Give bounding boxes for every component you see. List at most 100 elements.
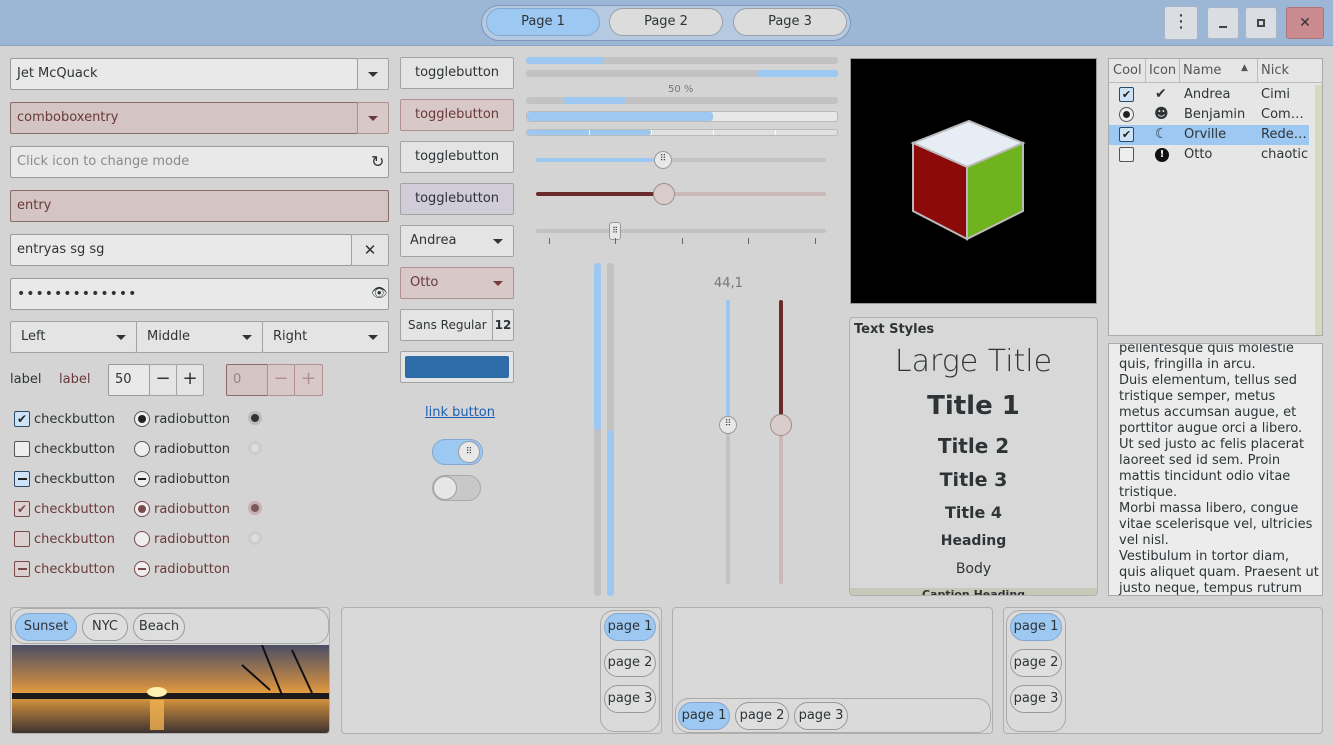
radio-selected-icon[interactable] xyxy=(1119,107,1134,122)
combo-otto[interactable]: Otto xyxy=(400,267,514,299)
switch-handle[interactable] xyxy=(433,476,457,500)
combo-entry-error[interactable]: comboboxentry xyxy=(10,102,358,134)
stack-page-2[interactable]: page 2 xyxy=(735,702,789,730)
radio-unselected-icon[interactable] xyxy=(134,441,150,457)
tab-page-1[interactable]: Page 1 xyxy=(486,8,600,36)
stack-page-3[interactable]: page 3 xyxy=(794,702,848,730)
error-entry[interactable]: entry xyxy=(10,190,389,222)
scale-handle[interactable] xyxy=(653,183,675,205)
combo-dropdown-button[interactable] xyxy=(357,58,389,90)
combo-right[interactable]: Right xyxy=(262,321,389,353)
scale-handle[interactable]: ⠿ xyxy=(654,151,672,169)
stack-page-2[interactable]: page 2 xyxy=(1010,649,1062,677)
radio-selected-icon[interactable] xyxy=(134,501,150,517)
toggle-button-3[interactable]: togglebutton xyxy=(400,141,514,173)
radio-mixed-icon[interactable] xyxy=(134,471,150,487)
stack-page-3[interactable]: page 3 xyxy=(1010,685,1062,713)
stack-page-3[interactable]: page 3 xyxy=(604,685,656,713)
radio-unselected-icon[interactable] xyxy=(134,531,150,547)
table-row[interactable]: ☻ Benjamin Com… xyxy=(1109,105,1309,125)
text-view-content[interactable]: pellentesque quis molestie quis, fringill… xyxy=(1119,344,1319,595)
tab-page-3[interactable]: Page 3 xyxy=(733,8,847,36)
maximize-icon[interactable] xyxy=(1245,7,1277,39)
checkbox-unchecked-icon[interactable] xyxy=(14,531,30,547)
vertical-dots-icon[interactable]: ⋮ xyxy=(1164,6,1198,40)
spin-entry[interactable]: 50 xyxy=(108,364,150,396)
refresh-icon[interactable]: ↻ xyxy=(371,152,384,171)
tab-nyc[interactable]: NYC xyxy=(82,613,128,641)
font-size-label[interactable]: 12 xyxy=(492,309,514,341)
clear-icon[interactable]: ✕ xyxy=(351,234,389,266)
tree-view[interactable]: Cool Icon Name ▲ Nick ✔ ✔ Andrea Cimi ☻ … xyxy=(1108,58,1323,336)
font-button[interactable]: Sans Regular xyxy=(400,309,493,341)
password-entry[interactable]: ••••••••••••• xyxy=(10,278,389,310)
progress-bar-1 xyxy=(526,57,838,64)
stack-page-1[interactable]: page 1 xyxy=(1010,613,1062,641)
radio-standalone-icon[interactable] xyxy=(248,501,262,515)
combo-left[interactable]: Left xyxy=(10,321,137,353)
check-circle-icon: ✔ xyxy=(1155,86,1167,102)
table-row[interactable]: ! Otto chaotic xyxy=(1109,145,1309,165)
combo-middle[interactable]: Middle xyxy=(136,321,263,353)
plus-icon[interactable]: + xyxy=(176,364,204,396)
checkbox-checked-icon[interactable]: ✔ xyxy=(14,411,30,427)
col-cool[interactable]: Cool xyxy=(1113,63,1142,78)
col-icon[interactable]: Icon xyxy=(1149,63,1176,78)
checkbox-checked-icon[interactable]: ✔ xyxy=(1119,127,1134,142)
check-1[interactable]: ✔ xyxy=(14,411,30,427)
eye-icon[interactable]: 👁 xyxy=(371,286,388,301)
scale-2[interactable] xyxy=(536,192,826,196)
moon-icon: ☾ xyxy=(1155,126,1168,142)
table-row-selected[interactable]: ✔ ☾ Orville Rede… xyxy=(1109,125,1309,145)
color-button[interactable] xyxy=(400,351,514,383)
level-bar xyxy=(526,129,838,136)
title-1: Title 1 xyxy=(927,391,1020,421)
vscale-2[interactable] xyxy=(779,300,783,584)
toggle-button-4[interactable]: togglebutton xyxy=(400,183,514,215)
text-view-line: tristique semper, metus xyxy=(1119,389,1276,404)
combo-entry-name[interactable]: Jet McQuack xyxy=(10,58,358,90)
minimize-icon[interactable] xyxy=(1207,7,1239,39)
minus-icon[interactable]: − xyxy=(149,364,177,396)
vscale-handle[interactable]: ⠿ xyxy=(719,416,737,434)
text-view-line: quis aliquet quam. Praesent ut xyxy=(1119,565,1319,580)
combo-andrea[interactable]: Andrea xyxy=(400,225,514,257)
stack-page-1[interactable]: page 1 xyxy=(678,702,730,730)
toggle-button-1[interactable]: togglebutton xyxy=(400,57,514,89)
checkbox-mixed-icon[interactable] xyxy=(14,561,30,577)
vscale-handle[interactable] xyxy=(770,414,792,436)
combo-error-dropdown-button[interactable] xyxy=(357,102,389,134)
scale-1[interactable] xyxy=(536,158,826,162)
link-button[interactable]: link button xyxy=(425,405,495,420)
tab-beach[interactable]: Beach xyxy=(133,613,185,641)
checkbox-mixed-icon[interactable] xyxy=(14,471,30,487)
radio-5-label: radiobutton xyxy=(154,532,231,547)
vscale-1[interactable] xyxy=(726,300,730,584)
radio-standalone-icon[interactable] xyxy=(248,411,262,425)
mode-entry[interactable]: Click icon to change mode xyxy=(10,146,389,178)
tab-page-2[interactable]: Page 2 xyxy=(609,8,723,36)
table-row[interactable]: ✔ ✔ Andrea Cimi xyxy=(1109,85,1309,105)
checkbox-unchecked-icon[interactable] xyxy=(14,441,30,457)
stack-page-2[interactable]: page 2 xyxy=(604,649,656,677)
photo-stack: Sunset NYC Beach xyxy=(10,607,330,734)
col-nick[interactable]: Nick xyxy=(1261,63,1289,78)
toggle-button-2[interactable]: togglebutton xyxy=(400,99,514,131)
checkbox-unchecked-icon[interactable] xyxy=(1119,147,1134,162)
col-name[interactable]: Name xyxy=(1183,63,1221,78)
stack-page-1[interactable]: page 1 xyxy=(604,613,656,641)
clearable-entry[interactable]: entryas sg sg xyxy=(10,234,352,266)
close-icon[interactable]: ✕ xyxy=(1286,7,1324,39)
row-nick: chaotic xyxy=(1261,147,1309,162)
checkbox-checked-icon[interactable]: ✔ xyxy=(14,501,30,517)
tab-sunset[interactable]: Sunset xyxy=(15,613,77,641)
switch-handle[interactable]: ⠿ xyxy=(458,441,480,463)
radio-4-label: radiobutton xyxy=(154,502,231,517)
text-view[interactable]: pellentesque quis molestie quis, fringill… xyxy=(1108,343,1323,596)
text-view-line: Duis elementum, tellus sed xyxy=(1119,373,1298,388)
scale-3[interactable] xyxy=(536,229,826,233)
checkbox-checked-icon[interactable]: ✔ xyxy=(1119,87,1134,102)
scrollbar[interactable] xyxy=(1315,85,1322,335)
radio-selected-icon[interactable] xyxy=(134,411,150,427)
radio-mixed-icon[interactable] xyxy=(134,561,150,577)
